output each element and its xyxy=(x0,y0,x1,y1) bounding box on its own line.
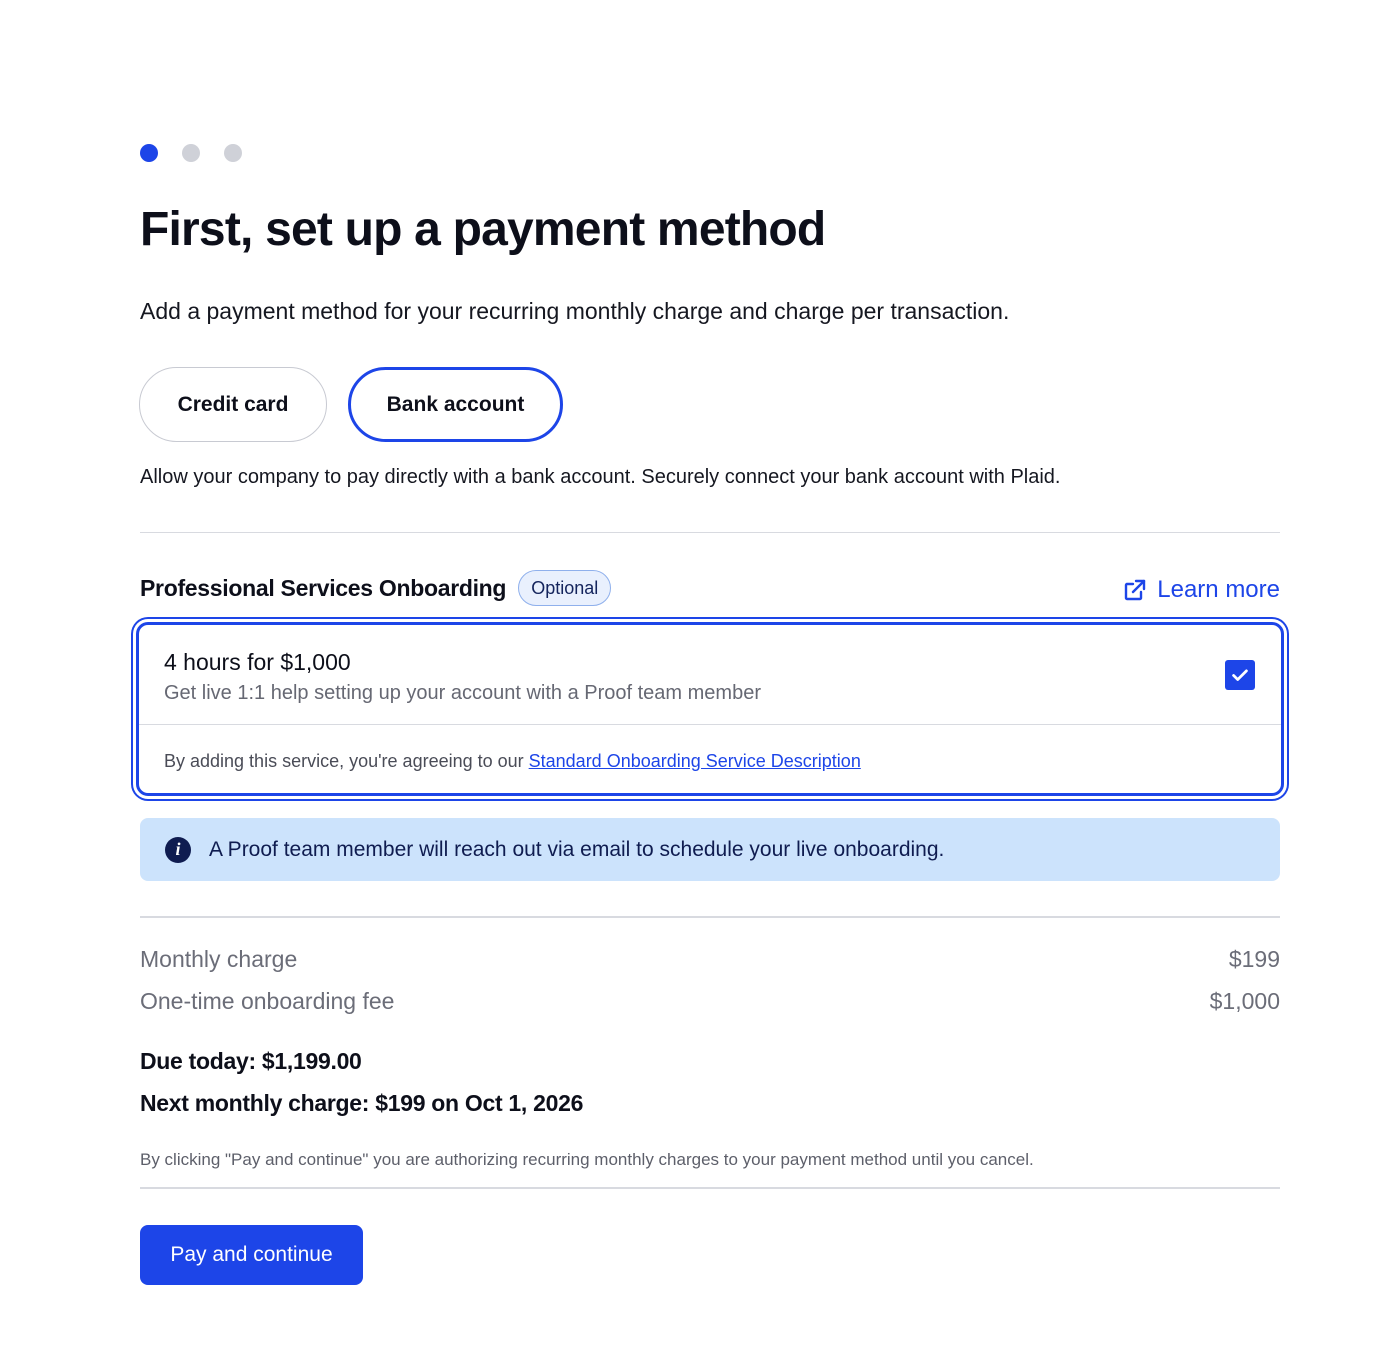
step-indicator xyxy=(140,144,242,162)
monthly-charge-value: $199 xyxy=(1228,946,1280,972)
onboarding-fee-label: One-time onboarding fee xyxy=(140,988,395,1014)
authorization-notice: By clicking "Pay and continue" you are a… xyxy=(140,1150,1034,1169)
optional-badge: Optional xyxy=(518,570,612,606)
onboarding-fee-value: $1,000 xyxy=(1209,988,1280,1014)
credit-card-button[interactable]: Credit card xyxy=(139,367,327,442)
service-option: 4 hours for $1,000 Get live 1:1 help set… xyxy=(139,625,1281,725)
due-today: Due today: $1,199.00 xyxy=(140,1048,362,1074)
external-link-icon xyxy=(1125,579,1146,601)
learn-more-link[interactable]: Learn more xyxy=(1123,576,1280,604)
service-terms: By adding this service, you're agreeing … xyxy=(164,751,861,772)
monthly-charge-label: Monthly charge xyxy=(140,946,298,972)
service-title: Professional Services Onboarding xyxy=(140,574,507,601)
service-terms-text: By adding this service, you're agreeing … xyxy=(164,751,529,771)
next-monthly-charge: Next monthly charge: $199 on Oct 1, 2026 xyxy=(140,1090,584,1116)
onboarding-service-card[interactable]: 4 hours for $1,000 Get live 1:1 help set… xyxy=(136,622,1284,796)
checkmark-icon xyxy=(1232,669,1248,681)
learn-more-label: Learn more xyxy=(1157,576,1280,603)
info-banner-text: A Proof team member will reach out via e… xyxy=(209,837,945,861)
divider xyxy=(140,916,1280,918)
bank-account-button[interactable]: Bank account xyxy=(348,367,563,442)
service-description-link[interactable]: Standard Onboarding Service Description xyxy=(529,751,861,771)
step-dot-3 xyxy=(224,144,242,162)
page-title: First, set up a payment method xyxy=(140,203,826,256)
payment-method-selector: Credit card Bank account xyxy=(139,367,563,442)
payment-method-description: Allow your company to pay directly with … xyxy=(140,466,1061,488)
divider xyxy=(140,1187,1280,1189)
pay-and-continue-button[interactable]: Pay and continue xyxy=(140,1225,363,1285)
page-subtitle: Add a payment method for your recurring … xyxy=(140,298,1010,324)
info-banner: i A Proof team member will reach out via… xyxy=(140,818,1280,881)
divider xyxy=(140,532,1280,533)
service-option-description: Get live 1:1 help setting up your accoun… xyxy=(164,682,761,704)
service-header: Professional Services Onboarding Optiona… xyxy=(140,570,612,606)
monthly-charge-row: Monthly charge $199 xyxy=(140,946,1280,973)
step-dot-1 xyxy=(140,144,158,162)
step-dot-2 xyxy=(182,144,200,162)
service-checkbox[interactable] xyxy=(1225,660,1255,690)
info-icon: i xyxy=(165,836,191,863)
service-option-name: 4 hours for $1,000 xyxy=(164,649,351,675)
onboarding-fee-row: One-time onboarding fee $1,000 xyxy=(140,988,1280,1015)
